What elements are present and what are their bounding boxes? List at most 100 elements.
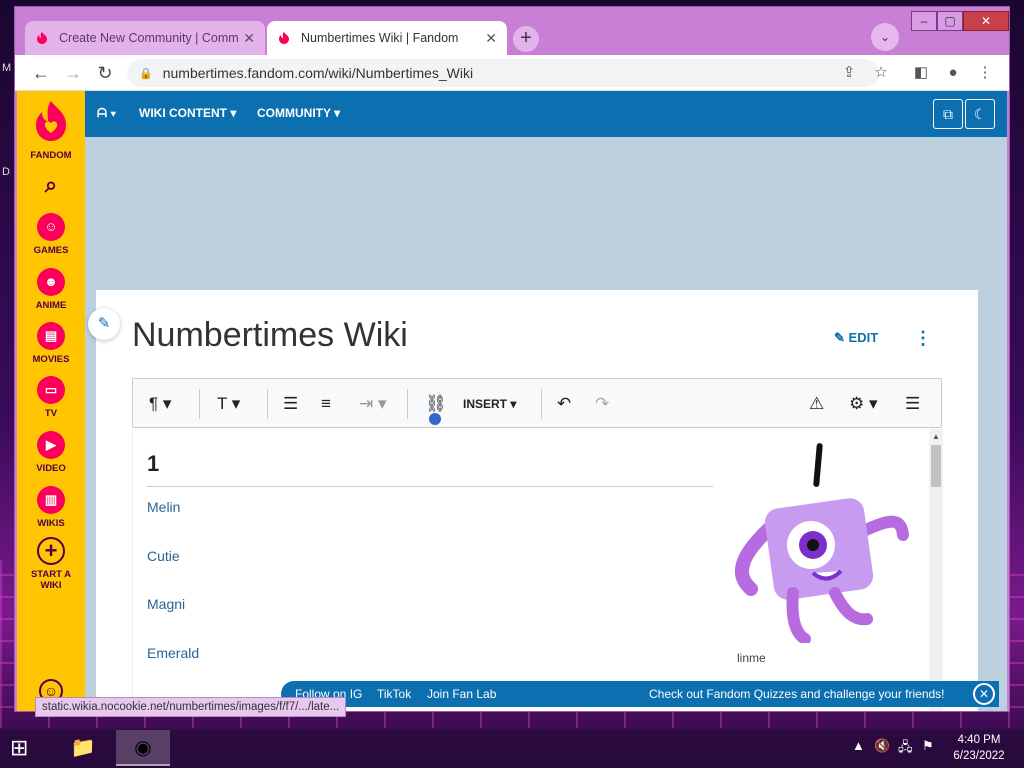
nav-label: COMMUNITY [257,106,331,120]
undo-icon[interactable]: ↶ [557,391,571,417]
editor-content[interactable]: 1 Melin Cutie Magni Emerald linme ▲ [132,429,943,711]
hamburger-menu-icon[interactable]: ☰ [905,391,920,417]
book-icon: ▥ [37,486,65,514]
windows-start-icon[interactable]: ⊞ [10,736,36,760]
community-dropdown[interactable]: COMMUNITY ▾ [257,106,340,120]
network-icon[interactable]: 🖧 [898,738,913,760]
url-text: numbertimes.fandom.com/wiki/Numbertimes_… [162,65,474,81]
wiki-navigation-bar: ᗩ ▾ WIKI CONTENT ▾ COMMUNITY ▾ ⧉ ☾ [85,91,1007,137]
list-item-link[interactable]: Emerald [147,645,199,661]
page-viewport: FANDOM ⌕ ☺ GAMES ☻ ANIME ▤ MOVIES ▭ TV ▶… [17,91,1007,711]
numbered-list-icon[interactable]: ≡ [321,391,331,417]
close-window-button[interactable]: ✕ [963,11,1009,31]
tab-search-icon[interactable]: ⌄ [871,23,899,51]
system-clock[interactable]: 4:40 PM 6/23/2022 [944,732,1014,764]
dark-mode-moon-icon[interactable]: ☾ [965,99,995,129]
share-icon[interactable]: ⇪ [839,63,859,83]
list-item-link[interactable]: Melin [147,499,180,515]
rail-item-label: ANIME [35,300,67,311]
chrome-icon[interactable]: ◉ [116,730,170,766]
lock-icon: 🔒 [139,67,153,80]
article-container: ✎ Numbertimes Wiki ✎ EDIT ⋮ ¶ ▾ T ▾ ☰ ≡ … [88,290,978,711]
forward-arrow-icon[interactable]: → [61,61,85,85]
browser-window: Create New Community | Comm ✕ Numbertime… [14,6,1010,717]
fandom-logo[interactable]: FANDOM [17,99,85,161]
clock-date: 6/23/2022 [953,750,1005,762]
tab-create-community[interactable]: Create New Community | Comm ✕ [25,21,265,55]
wiki-content-dropdown[interactable]: WIKI CONTENT ▾ [139,106,236,120]
more-actions-icon[interactable]: ⋮ [914,328,932,349]
rail-item-wikis[interactable]: ▥ WIKIS [17,486,85,529]
search-button[interactable]: ⌕ [17,171,85,203]
list-item-link[interactable]: Magni [147,596,185,612]
redo-icon[interactable]: ↷ [595,391,609,417]
scrollbar-thumb[interactable] [931,445,941,487]
wiki-logo-icon: ᗩ [97,106,107,120]
rail-item-video[interactable]: ▶ VIDEO [17,431,85,474]
gamepad-icon: ☺ [37,213,65,241]
list-item-link[interactable]: Cutie [147,548,180,564]
profile-icon[interactable]: ● [943,63,963,83]
fandom-global-nav: FANDOM ⌕ ☺ GAMES ☻ ANIME ▤ MOVIES ▭ TV ▶… [17,91,85,711]
chevron-down-icon: ▾ [230,106,237,120]
edit-label: EDIT [848,330,879,345]
reload-icon[interactable]: ↻ [93,61,117,85]
tiktok-link[interactable]: TikTok [377,687,411,701]
pencil-icon: ✎ [834,330,845,345]
pencil-icon[interactable]: ✎ [88,308,120,340]
rail-item-games[interactable]: ☺ GAMES [17,213,85,256]
tray-expand-icon[interactable]: ▲ [852,738,865,753]
play-icon: ▶ [37,431,65,459]
rail-item-start-a-wiki[interactable]: + START A WIKI [17,537,85,591]
fan-lab-link[interactable]: Join Fan Lab [427,687,496,701]
character-image[interactable] [733,443,913,643]
insert-dropdown[interactable]: INSERT ▾ [463,391,516,417]
address-bar[interactable]: 🔒 numbertimes.fandom.com/wiki/Numbertime… [127,59,879,87]
windows-taskbar: ⊞ 📁 ◉ ▲ 🔇 🖧 ⚑ 4:40 PM 6/23/2022 [0,728,1024,768]
desktop-icon-label: D [2,166,10,178]
search-icon: ⌕ [44,172,58,197]
rail-item-label: GAMES [33,245,69,256]
toolbar-divider [267,389,268,419]
content-scrollbar[interactable]: ▲ [929,429,943,711]
section-heading: 1 [147,451,160,476]
indent-icon[interactable]: ⇥ ▾ [359,391,387,417]
edit-button[interactable]: ✎ EDIT [834,330,878,346]
rail-item-label: TV [44,408,58,419]
paragraph-format-icon[interactable]: ¶ ▾ [149,391,171,417]
clapper-icon: ▤ [37,322,65,350]
text-style-icon[interactable]: T ▾ [217,391,240,417]
tv-icon: ▭ [37,376,65,404]
discussions-icon[interactable]: ⧉ [933,99,963,129]
close-tab-icon[interactable]: ✕ [243,30,255,47]
tab-numbertimes-wiki[interactable]: Numbertimes Wiki | Fandom ✕ [267,21,507,55]
menu-kebab-icon[interactable]: ⋮ [975,63,995,83]
volume-muted-icon[interactable]: 🔇 [874,738,890,754]
close-tab-icon[interactable]: ✕ [485,30,497,47]
clock-time: 4:40 PM [957,734,1001,746]
bullet-list-icon[interactable]: ☰ [283,391,298,417]
back-arrow-icon[interactable]: ← [29,61,53,85]
close-icon[interactable]: ✕ [973,683,995,705]
side-panel-icon[interactable]: ◧ [911,63,931,83]
wiki-home-dropdown[interactable]: ᗩ ▾ [97,106,116,121]
tab-title: Numbertimes Wiki | Fandom [301,31,459,45]
scroll-up-arrow-icon[interactable]: ▲ [932,432,940,441]
new-tab-button[interactable]: + [513,26,539,52]
maximize-button[interactable]: ▢ [937,11,963,31]
fandom-flame-icon [36,101,66,141]
settings-gear-icon[interactable]: ⚙ ▾ [849,391,878,417]
rail-item-anime[interactable]: ☻ ANIME [17,268,85,311]
status-bar-url: static.wikia.nocookie.net/numbertimes/im… [35,697,347,717]
bookmark-star-icon[interactable]: ☆ [871,63,891,83]
file-explorer-icon[interactable]: 📁 [56,730,110,766]
rail-item-label: START A WIKI [30,569,72,591]
rail-item-label: MOVIES [32,354,70,365]
action-center-icon[interactable]: ⚑ [922,738,934,754]
warning-icon[interactable]: ⚠ [809,391,824,417]
rail-item-movies[interactable]: ▤ MOVIES [17,322,85,365]
quizzes-promo-link[interactable]: Check out Fandom Quizzes and challenge y… [649,687,945,701]
rail-item-tv[interactable]: ▭ TV [17,376,85,419]
minimize-button[interactable]: – [911,11,937,31]
tab-strip: Create New Community | Comm ✕ Numbertime… [15,7,1009,55]
